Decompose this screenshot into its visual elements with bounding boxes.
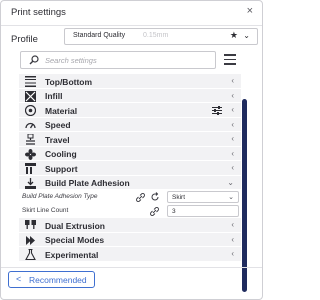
category-label: Experimental — [45, 249, 99, 260]
reset-icon[interactable] — [150, 192, 160, 202]
chevron-left-icon: ‹ — [231, 148, 234, 158]
category-label: Travel — [45, 134, 70, 145]
experimental-icon — [25, 249, 36, 260]
chevron-left-icon: ‹ — [231, 220, 234, 229]
chevron-left-icon: < — [16, 273, 22, 284]
dual-extrusion-icon — [25, 220, 36, 229]
category-label: Infill — [45, 91, 63, 101]
chevron-left-icon: ‹ — [231, 90, 234, 100]
cooling-icon — [25, 148, 36, 160]
category-label: Material — [45, 105, 78, 116]
chevron-left-icon: ‹ — [231, 163, 234, 172]
category-travel[interactable]: Travel ‹ — [19, 132, 241, 147]
close-icon[interactable]: × — [247, 5, 253, 17]
link-icon[interactable] — [150, 207, 159, 216]
chevron-left-icon: ‹ — [231, 234, 234, 244]
category-top-bottom[interactable]: Top/Bottom ‹ — [19, 74, 241, 89]
setting-label: Build Plate Adhesion Type — [22, 193, 98, 200]
category-build-plate-adhesion[interactable]: Build Plate Adhesion ⌄ — [19, 175, 241, 190]
search-icon — [29, 55, 39, 65]
settings-visibility-menu-button[interactable] — [224, 54, 236, 66]
settings-list: Top/Bottom ‹ Infill ‹ Material ‹ Speed ‹… — [19, 74, 241, 262]
print-settings-panel: Print settings × Profile Standard Qualit… — [0, 0, 263, 300]
category-support[interactable]: Support ‹ — [19, 161, 241, 176]
title-bar: Print settings × — [1, 1, 262, 26]
support-icon — [25, 163, 36, 174]
chevron-left-icon: ‹ — [231, 249, 234, 258]
chevron-down-icon[interactable]: ⌄ — [243, 31, 250, 40]
category-speed[interactable]: Speed ‹ — [19, 117, 241, 132]
category-label: Build Plate Adhesion — [45, 178, 130, 188]
adhesion-type-dropdown[interactable]: Skirt ⌄ — [167, 191, 239, 203]
setting-label: Skirt Line Count — [22, 207, 69, 214]
chevron-left-icon: ‹ — [231, 119, 234, 129]
category-experimental[interactable]: Experimental ‹ — [19, 247, 241, 262]
link-icon[interactable] — [136, 193, 145, 202]
category-label: Top/Bottom — [45, 76, 93, 87]
chevron-left-icon: ‹ — [231, 105, 234, 114]
chevron-left-icon: ‹ — [231, 76, 234, 85]
setting-build-plate-adhesion-type: Build Plate Adhesion Type Skirt ⌄ — [19, 190, 241, 204]
setting-skirt-line-count: Skirt Line Count 3 — [19, 204, 241, 218]
profile-name: Standard Quality — [73, 32, 126, 39]
search-placeholder: Search settings — [45, 56, 97, 65]
skirt-line-count-input[interactable]: 3 — [167, 205, 239, 217]
build-plate-icon — [25, 177, 36, 189]
category-label: Dual Extrusion — [45, 220, 105, 231]
infill-icon — [25, 90, 36, 102]
chevron-left-icon: ‹ — [231, 134, 234, 143]
category-label: Support — [45, 163, 78, 174]
category-label: Speed — [45, 120, 71, 130]
recommended-label: Recommended — [29, 275, 87, 285]
panel-title: Print settings — [11, 7, 66, 18]
footer-divider — [1, 267, 262, 268]
skirt-line-count-value: 3 — [172, 207, 176, 215]
profile-layer-height: 0.15mm — [143, 32, 169, 39]
adhesion-type-value: Skirt — [172, 193, 185, 201]
chevron-down-icon: ⌄ — [227, 177, 234, 187]
category-label: Cooling — [45, 149, 77, 159]
sliders-icon[interactable] — [212, 106, 222, 115]
recommended-button[interactable]: < Recommended — [8, 271, 95, 288]
category-material[interactable]: Material ‹ — [19, 103, 241, 118]
travel-icon — [26, 134, 35, 145]
profile-dropdown[interactable]: Standard Quality 0.15mm ★ ⌄ — [64, 28, 258, 45]
settings-scrollbar[interactable] — [242, 99, 247, 292]
speed-icon — [25, 122, 36, 128]
star-icon[interactable]: ★ — [230, 30, 238, 41]
profile-label: Profile — [11, 34, 38, 45]
material-icon — [25, 105, 36, 116]
category-cooling[interactable]: Cooling ‹ — [19, 146, 241, 161]
chevron-down-icon: ⌄ — [228, 193, 234, 201]
category-label: Special Modes — [45, 235, 105, 245]
top-bottom-icon — [25, 76, 36, 87]
category-special-modes[interactable]: Special Modes ‹ — [19, 232, 241, 247]
special-modes-icon — [26, 235, 35, 245]
category-infill[interactable]: Infill ‹ — [19, 88, 241, 103]
search-settings-field[interactable]: Search settings — [20, 51, 216, 69]
category-dual-extrusion[interactable]: Dual Extrusion ‹ — [19, 218, 241, 233]
